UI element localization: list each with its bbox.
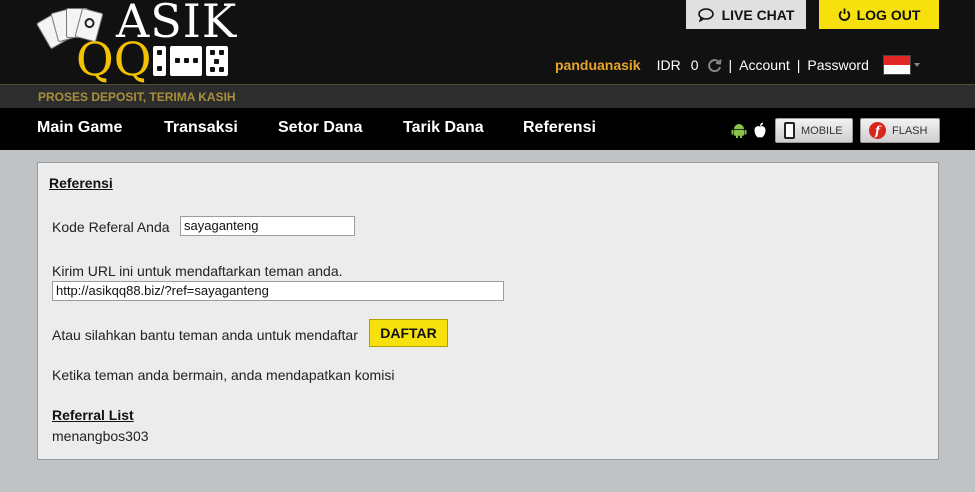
site-logo[interactable]: ASIK QQ xyxy=(35,0,236,86)
password-link[interactable]: Password xyxy=(807,57,868,73)
nav-item-referensi[interactable]: Referensi xyxy=(523,119,596,137)
chevron-down-icon[interactable] xyxy=(913,63,920,67)
balance-value: 0 xyxy=(690,57,699,73)
flash-label: FLASH xyxy=(892,124,928,137)
flash-icon: f xyxy=(869,122,886,139)
power-icon xyxy=(838,8,850,21)
daftar-button[interactable]: DAFTAR xyxy=(369,319,448,347)
live-chat-label: LIVE CHAT xyxy=(721,6,795,23)
kode-referal-label: Kode Referal Anda xyxy=(52,219,170,235)
nav-item-main-game[interactable]: Main Game xyxy=(37,119,122,137)
refresh-icon[interactable] xyxy=(707,58,722,73)
account-link[interactable]: Account xyxy=(739,57,790,73)
username: panduanasik xyxy=(555,57,641,73)
referral-list-title: Referral List xyxy=(52,407,134,423)
mobile-button[interactable]: MOBILE xyxy=(775,118,853,143)
apple-icon[interactable] xyxy=(753,122,767,138)
nav-item-setor-dana[interactable]: Setor Dana xyxy=(278,119,362,137)
flash-button[interactable]: f FLASH xyxy=(860,118,940,143)
referral-url-field[interactable]: http://asikqq88.biz/?ref=sayaganteng xyxy=(52,281,504,301)
logout-button[interactable]: LOG OUT xyxy=(819,0,939,29)
separator: | xyxy=(728,57,733,73)
currency-label: IDR xyxy=(656,57,681,73)
mobile-label: MOBILE xyxy=(801,124,843,137)
chat-bubble-icon xyxy=(697,7,714,22)
list-item: menangbos303 xyxy=(52,428,149,444)
user-info-bar: panduanasik IDR 0 | Account | Password xyxy=(555,55,920,75)
separator: | xyxy=(796,57,801,73)
live-chat-button[interactable]: LIVE CHAT xyxy=(686,0,806,29)
komisi-info: Ketika teman anda bermain, anda mendapat… xyxy=(52,367,395,383)
android-icon[interactable] xyxy=(731,123,747,138)
kirim-url-label: Kirim URL ini untuk mendaftarkan teman a… xyxy=(52,263,343,279)
bantu-daftar-label: Atau silahkan bantu teman anda untuk men… xyxy=(52,327,358,343)
phone-icon xyxy=(784,122,795,139)
top-header: ASIK QQ LIVE CHAT LOG OUT panduanasik ID… xyxy=(0,0,975,84)
page-title: Referensi xyxy=(49,175,113,191)
nav-item-transaksi[interactable]: Transaksi xyxy=(164,119,238,137)
logout-label: LOG OUT xyxy=(856,6,921,23)
logo-text-qq: QQ xyxy=(76,32,152,86)
nav-item-tarik-dana[interactable]: Tarik Dana xyxy=(403,119,484,137)
kode-referal-field[interactable]: sayaganteng xyxy=(180,216,355,236)
indonesia-flag-icon[interactable] xyxy=(882,55,911,75)
main-nav: Main Game Transaksi Setor Dana Tarik Dan… xyxy=(0,108,975,150)
announcement-text: PROSES DEPOSIT, TERIMA KASIH xyxy=(38,90,236,104)
announcement-bar: PROSES DEPOSIT, TERIMA KASIH xyxy=(0,84,975,108)
referensi-panel: Referensi Kode Referal Anda sayaganteng … xyxy=(37,162,939,460)
